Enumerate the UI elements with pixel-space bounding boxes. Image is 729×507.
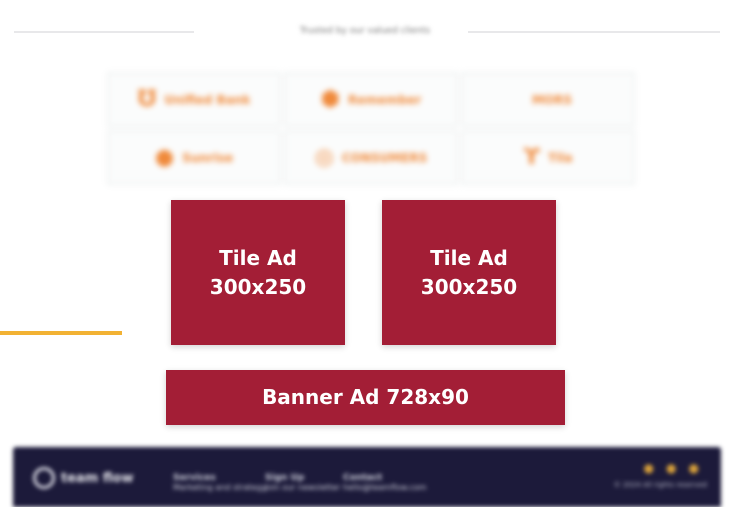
footer-column-title: Services <box>173 473 216 483</box>
social-links: ● ● ● <box>644 461 699 475</box>
partner-logo-name: CONSUMERS <box>341 150 428 165</box>
partner-logo[interactable]: ϒ Tila <box>461 130 635 185</box>
sun-logo-icon: ● <box>154 144 175 170</box>
twitter-icon[interactable]: ● <box>666 461 676 475</box>
partner-logo-name: Remember <box>348 92 422 107</box>
copyright-text: © 2024 All rights reserved <box>613 481 707 489</box>
partner-logo-grid: Ʊ Unified Bank ⬢ Remember MORS ● Sunrise… <box>107 72 635 185</box>
partner-logo-name: Sunrise <box>182 150 234 165</box>
footer-column-sub: Marketing and strategy <box>173 483 267 492</box>
partner-logo-name: Unified Bank <box>164 92 251 107</box>
partner-logo[interactable]: MORS <box>461 72 635 127</box>
partner-logo[interactable]: ● Sunrise <box>107 130 281 185</box>
u-logo-icon: Ʊ <box>137 86 157 112</box>
logo-ring-icon <box>33 467 55 489</box>
linkedin-icon[interactable]: ● <box>689 461 699 475</box>
footer-logo[interactable]: team flow <box>33 467 133 489</box>
site-footer: team flow Services Marketing and strateg… <box>13 447 721 507</box>
r-logo-icon: ⬢ <box>320 86 341 112</box>
accent-line <box>0 331 122 335</box>
header-divider-right <box>468 31 720 33</box>
footer-logo-text: team flow <box>61 470 134 486</box>
footer-column-sub: Join our newsletter <box>265 483 341 492</box>
footer-column-sub: hello@teamflow.com <box>343 483 427 492</box>
partner-logo-name: Tila <box>547 150 573 165</box>
footer-column-signup[interactable]: Sign Up Join our newsletter <box>265 473 340 493</box>
partner-logo-name: MORS <box>531 92 573 107</box>
footer-column-contact[interactable]: Contact hello@teamflow.com <box>343 473 426 493</box>
tile-ad-right[interactable]: Tile Ad 300x250 <box>382 200 556 345</box>
banner-ad[interactable]: Banner Ad 728x90 <box>166 370 565 425</box>
partner-logo[interactable]: ⬢ Remember <box>284 72 458 127</box>
tile-ad-left[interactable]: Tile Ad 300x250 <box>171 200 345 345</box>
partner-logo[interactable]: Ʊ Unified Bank <box>107 72 281 127</box>
header-divider-left <box>14 31 194 33</box>
c-logo-icon: ◎ <box>314 144 334 170</box>
footer-column-services[interactable]: Services Marketing and strategy <box>173 473 266 493</box>
footer-column-title: Contact <box>343 473 383 483</box>
script-logo-icon: ϒ <box>523 144 540 170</box>
footer-column-title: Sign Up <box>265 473 305 483</box>
partner-logo[interactable]: ◎ CONSUMERS <box>284 130 458 185</box>
facebook-icon[interactable]: ● <box>644 461 654 475</box>
section-caption: Trusted by our valued clients <box>299 26 431 36</box>
